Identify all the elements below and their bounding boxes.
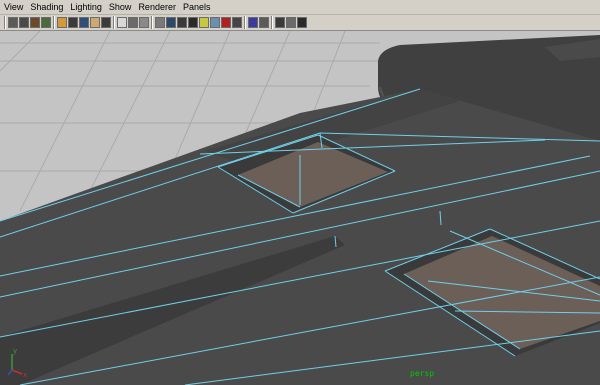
viewport-toolbar: [0, 15, 600, 31]
isolate-select-icon[interactable]: [248, 17, 258, 28]
shadows-icon[interactable]: [210, 17, 220, 28]
menu-lighting[interactable]: Lighting: [70, 0, 102, 15]
film-gate-icon[interactable]: [68, 17, 78, 28]
wireframe-icon[interactable]: [139, 17, 149, 28]
menu-show[interactable]: Show: [109, 0, 132, 15]
camera-name-label: persp: [410, 369, 435, 378]
viewport-menubar: View Shading Lighting Show Renderer Panels: [0, 0, 600, 15]
camera-attributes-icon[interactable]: [19, 17, 29, 28]
axis-x-label: x: [23, 371, 27, 378]
toolbar-separator: [4, 16, 6, 29]
image-plane-icon[interactable]: [41, 17, 51, 28]
flat-shade-icon[interactable]: [177, 17, 187, 28]
view-axis-indicator: y x: [7, 347, 27, 378]
xray-joints-icon[interactable]: [275, 17, 285, 28]
default-material-icon[interactable]: [297, 17, 307, 28]
safe-title-icon[interactable]: [128, 17, 138, 28]
field-chart-icon[interactable]: [101, 17, 111, 28]
lighting-icon[interactable]: [199, 17, 209, 28]
toolbar-separator: [113, 16, 115, 29]
motion-blur-icon[interactable]: [232, 17, 242, 28]
screen-space-ao-icon[interactable]: [221, 17, 231, 28]
camera-select-icon[interactable]: [8, 17, 18, 28]
smooth-shade-icon[interactable]: [155, 17, 165, 28]
axis-y-label: y: [13, 347, 17, 355]
menu-shading[interactable]: Shading: [30, 0, 63, 15]
toolbar-separator: [151, 16, 153, 29]
menu-renderer[interactable]: Renderer: [138, 0, 176, 15]
perspective-viewport[interactable]: [0, 31, 600, 385]
bookmark-icon[interactable]: [30, 17, 40, 28]
viewport-scene[interactable]: [0, 31, 600, 385]
menu-panels[interactable]: Panels: [183, 0, 211, 15]
xray-icon[interactable]: [259, 17, 269, 28]
xray-components-icon[interactable]: [286, 17, 296, 28]
grid-icon[interactable]: [57, 17, 67, 28]
gate-mask-icon[interactable]: [90, 17, 100, 28]
safe-action-icon[interactable]: [117, 17, 127, 28]
toolbar-separator: [271, 16, 273, 29]
menu-view[interactable]: View: [4, 0, 23, 15]
resolution-gate-icon[interactable]: [79, 17, 89, 28]
textured-icon[interactable]: [188, 17, 198, 28]
toolbar-separator: [244, 16, 246, 29]
toolbar-separator: [53, 16, 55, 29]
shaded-wireframe-icon[interactable]: [166, 17, 176, 28]
